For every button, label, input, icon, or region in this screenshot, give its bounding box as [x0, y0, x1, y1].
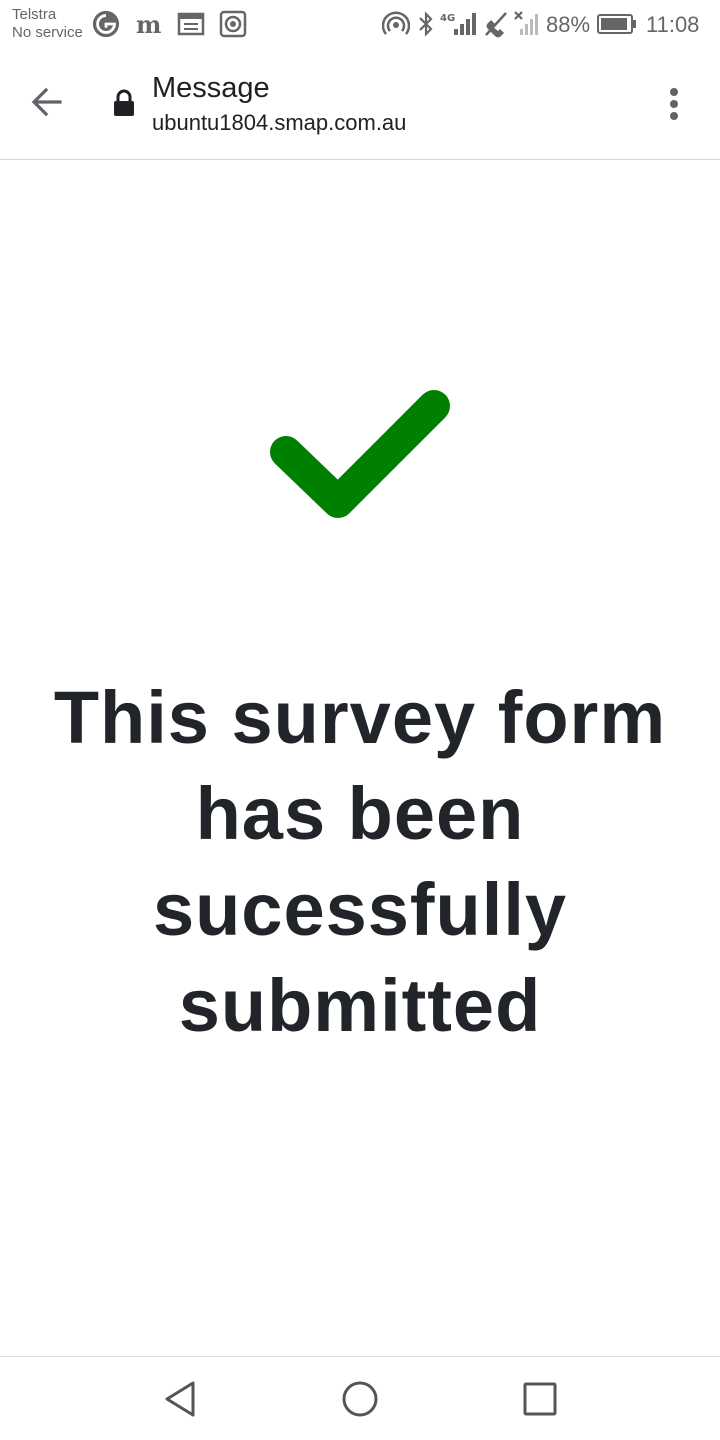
clock-time: 11:08 [646, 12, 700, 37]
back-triangle-icon[interactable] [160, 1379, 200, 1419]
battery-percent: 88% [546, 12, 591, 37]
record-icon [219, 10, 247, 38]
browser-app-bar: Message ubuntu1804.smap.com.au [0, 50, 720, 160]
battery-icon [597, 14, 636, 34]
success-message: This survey form has been sucessfully su… [53, 676, 667, 1047]
back-arrow-icon[interactable] [26, 81, 68, 123]
hotspot-icon [382, 11, 410, 35]
no-signal-icon [514, 11, 538, 35]
lock-icon [114, 89, 134, 116]
no-call-icon [485, 12, 507, 38]
bluetooth-icon [419, 11, 433, 37]
home-circle-icon[interactable] [340, 1379, 380, 1419]
recents-square-icon[interactable] [520, 1379, 560, 1419]
carrier-info: Telstra No service [12, 6, 83, 42]
screen: Telstra No service m 4G 88% 11:08 Messag… [0, 0, 720, 1440]
status-bar: Telstra No service m 4G 88% 11:08 [0, 0, 720, 50]
svg-text:m: m [136, 10, 161, 39]
newspaper-m-icon: m [136, 10, 161, 39]
more-options-icon[interactable] [656, 84, 692, 124]
checkmark-icon [270, 390, 450, 518]
page-title: Message [152, 72, 270, 104]
carrier-name: Telstra [12, 6, 57, 23]
system-navigation-bar [0, 1356, 720, 1440]
page-url[interactable]: ubuntu1804.smap.com.au [152, 108, 406, 138]
carrier-status: No service [12, 24, 83, 41]
signal-icon: 4G [440, 13, 476, 35]
title-block: Message ubuntu1804.smap.com.au [152, 70, 406, 138]
calendar-icon [177, 12, 205, 36]
g-circle-icon [92, 10, 120, 38]
network-type: 4G [440, 13, 455, 24]
